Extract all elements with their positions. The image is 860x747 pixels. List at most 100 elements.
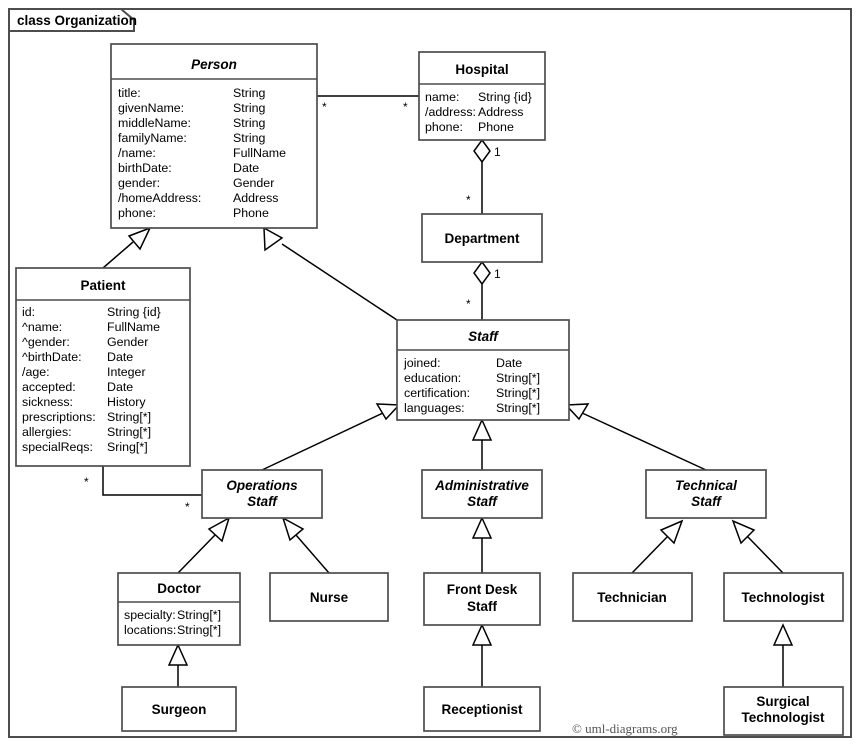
class-staff[interactable]: Staff joined: Date education: String[*] … xyxy=(396,319,570,421)
generalization-arrow-surgeon xyxy=(167,643,189,666)
class-surgeon-name: Surgeon xyxy=(152,702,207,717)
class-surgeon[interactable]: Surgeon xyxy=(121,686,237,732)
attr-type: Date xyxy=(107,380,133,394)
class-front-desk-staff[interactable]: Front Desk Staff xyxy=(423,572,541,626)
generalization-nurse-operations xyxy=(281,516,330,574)
class-operations-staff-name-line1: Operations xyxy=(226,478,298,493)
class-person-name: Person xyxy=(191,57,237,72)
attr-name: allergies: xyxy=(22,425,72,439)
assoc-patient-operations-staff: * * xyxy=(84,466,202,514)
generalization-surgeon-doctor xyxy=(167,643,189,687)
class-doctor-name: Doctor xyxy=(157,581,201,596)
generalization-operations-staff xyxy=(261,403,401,471)
attr-type: String {id} xyxy=(107,305,161,319)
generalization-staff-person xyxy=(263,226,398,321)
aggregation-diamond-department xyxy=(473,260,491,286)
generalization-arrow-surgicaltech xyxy=(772,623,794,646)
mult-hospital-whole: 1 xyxy=(494,145,501,159)
class-patient-name: Patient xyxy=(80,278,126,293)
class-front-desk-staff-name-line1: Front Desk xyxy=(447,582,518,597)
class-surgical-technologist-name-line1: Surgical xyxy=(756,694,809,709)
mult-department-part: * xyxy=(466,193,471,207)
attr-name: /homeAddress: xyxy=(118,191,201,205)
attr-type: Date xyxy=(233,161,259,175)
attr-type: String[*] xyxy=(496,386,540,400)
class-receptionist-name: Receptionist xyxy=(441,702,523,717)
class-operations-staff-name-line2: Staff xyxy=(247,494,278,509)
class-person[interactable]: Person title: String givenName: String m… xyxy=(110,43,318,229)
attr-name: sickness: xyxy=(22,395,73,409)
attr-type: String[*] xyxy=(107,425,151,439)
attr-name: /age: xyxy=(22,365,50,379)
generalization-arrow-operations xyxy=(375,403,401,421)
attr-name: joined: xyxy=(403,356,441,370)
generalization-technologist-technical xyxy=(731,519,784,574)
attr-name: ^name: xyxy=(22,320,62,334)
attr-type: Date xyxy=(107,350,133,364)
class-administrative-staff-name-line2: Staff xyxy=(467,494,498,509)
generalization-arrow-nurse xyxy=(281,516,305,542)
class-department-name: Department xyxy=(444,231,520,246)
attr-type: Date xyxy=(496,356,522,370)
generalization-administrative-staff xyxy=(471,418,493,470)
attr-type: String xyxy=(233,86,265,100)
class-front-desk-staff-name-line2: Staff xyxy=(467,599,498,614)
class-department[interactable]: Department xyxy=(421,213,543,263)
attr-type: Gender xyxy=(107,335,148,349)
class-technical-staff[interactable]: Technical Staff xyxy=(645,469,767,519)
class-surgical-technologist-name-line2: Technologist xyxy=(742,710,826,725)
class-technical-staff-name-line2: Staff xyxy=(691,494,722,509)
mult-department-whole: 1 xyxy=(494,267,501,281)
class-technologist[interactable]: Technologist xyxy=(723,572,844,622)
attr-type: String[*] xyxy=(177,608,221,622)
attr-name: title: xyxy=(118,86,141,100)
class-administrative-staff-name-line1: Administrative xyxy=(434,478,529,493)
frame-label-text: class Organization xyxy=(17,13,137,28)
uml-class-diagram: class Organization * * 1 * 1 * * * Perso… xyxy=(0,0,860,747)
class-surgical-technologist[interactable]: Surgical Technologist xyxy=(723,686,844,736)
class-administrative-staff[interactable]: Administrative Staff xyxy=(421,469,543,519)
attr-name: specialty: xyxy=(124,608,176,622)
generalization-arrow-receptionist xyxy=(471,623,493,646)
class-nurse[interactable]: Nurse xyxy=(269,572,389,622)
class-receptionist[interactable]: Receptionist xyxy=(423,686,541,732)
class-technologist-name: Technologist xyxy=(742,590,826,605)
attr-name: education: xyxy=(404,371,461,385)
attr-type: History xyxy=(107,395,146,409)
attr-type: Phone xyxy=(233,206,269,220)
mult-patient-source: * xyxy=(84,475,89,489)
attr-name: givenName: xyxy=(118,101,184,115)
attr-name: name: xyxy=(425,90,459,104)
class-technical-staff-name-line1: Technical xyxy=(675,478,737,493)
generalization-arrow-frontdesk xyxy=(471,516,493,539)
attr-name: locations: xyxy=(124,623,176,637)
attr-type: Phone xyxy=(478,120,514,134)
generalization-arrow-administrative xyxy=(471,418,493,441)
mult-staff-part: * xyxy=(466,297,471,311)
attr-type: String[*] xyxy=(107,410,151,424)
generalization-patient-person xyxy=(102,226,152,269)
class-doctor[interactable]: Doctor specialty: String[*] locations: S… xyxy=(117,572,241,646)
attr-name: middleName: xyxy=(118,116,191,130)
attr-name: certification: xyxy=(404,386,470,400)
class-operations-staff[interactable]: Operations Staff xyxy=(201,469,323,519)
attr-name: specialReqs: xyxy=(22,440,93,454)
class-staff-name: Staff xyxy=(468,329,499,344)
attr-type: Sring[*] xyxy=(107,440,148,454)
copyright-notice: © uml-diagrams.org xyxy=(572,721,678,736)
aggregation-diamond-hospital xyxy=(473,138,491,164)
attr-type: String xyxy=(233,101,265,115)
class-hospital[interactable]: Hospital name: String {id} /address: Add… xyxy=(418,51,546,141)
generalization-frontdesk-administrative xyxy=(471,516,493,573)
class-technician[interactable]: Technician xyxy=(572,572,693,622)
generalization-doctor-operations xyxy=(177,516,231,574)
attr-name: ^gender: xyxy=(22,335,70,349)
generalization-technician-technical xyxy=(631,519,684,574)
attr-type: Address xyxy=(478,105,523,119)
attr-type: String xyxy=(233,131,265,145)
class-patient[interactable]: Patient id: String {id} ^name: FullName … xyxy=(15,267,191,467)
attr-name: accepted: xyxy=(22,380,76,394)
attr-name: birthDate: xyxy=(118,161,172,175)
generalization-arrow-staff xyxy=(263,226,284,252)
mult-person-hospital-target: * xyxy=(403,100,408,114)
